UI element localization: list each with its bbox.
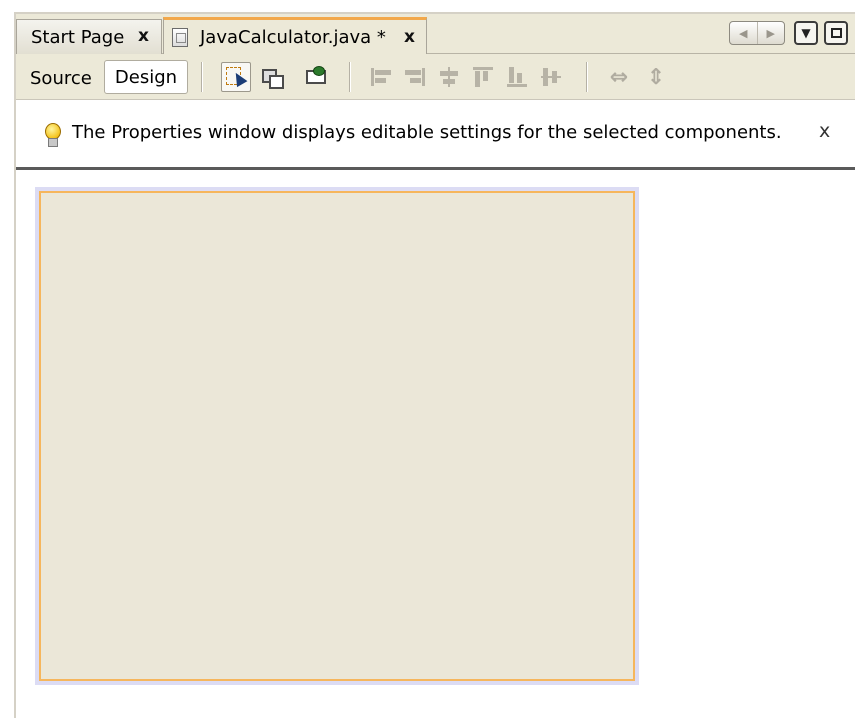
selection-mode-button[interactable] xyxy=(221,62,251,92)
align-bottom-button[interactable] xyxy=(502,62,532,92)
tab-java-calculator[interactable]: JavaCalculator.java * x xyxy=(163,17,427,55)
horizontal-resize-icon: ⇔ xyxy=(609,64,629,90)
dropdown-arrow-icon: ▼ xyxy=(801,26,811,40)
design-canvas[interactable] xyxy=(16,170,855,718)
maximize-window-button[interactable] xyxy=(824,21,848,45)
change-horizontal-resizability-button[interactable]: ⇔ xyxy=(604,62,634,92)
toolbar-separator xyxy=(349,62,350,92)
center-vertically-icon xyxy=(539,65,563,89)
tab-close-button[interactable]: x xyxy=(138,26,149,46)
change-vertical-resizability-button[interactable]: ⇕ xyxy=(641,62,671,92)
maximize-icon xyxy=(830,28,842,38)
scroll-left-icon[interactable]: ◀ xyxy=(730,22,757,44)
design-view-button[interactable]: Design xyxy=(104,60,188,94)
tab-start-page[interactable]: Start Page x xyxy=(16,19,162,54)
source-view-button[interactable]: Source xyxy=(30,64,92,92)
preview-design-button[interactable] xyxy=(301,62,331,92)
show-opened-documents-button[interactable]: ▼ xyxy=(794,21,818,45)
jframe-form[interactable] xyxy=(35,187,639,685)
hint-bar: The Properties window displays editable … xyxy=(16,100,855,170)
center-horizontally-button[interactable] xyxy=(434,62,464,92)
center-vertically-button[interactable] xyxy=(536,62,566,92)
align-right-button[interactable] xyxy=(400,62,430,92)
preview-design-icon xyxy=(305,66,327,88)
center-horizontally-icon xyxy=(437,65,461,89)
align-top-icon xyxy=(471,65,495,89)
vertical-resize-icon: ⇕ xyxy=(646,64,666,90)
scroll-right-icon[interactable]: ▶ xyxy=(756,22,785,44)
align-right-icon xyxy=(403,65,427,89)
lightbulb-icon xyxy=(44,123,61,147)
tab-label: Start Page xyxy=(31,26,125,48)
align-left-button[interactable] xyxy=(366,62,396,92)
toolbar-separator xyxy=(201,62,202,92)
tab-label: JavaCalculator.java * xyxy=(200,27,386,48)
tab-scroll-buttons: ◀ ▶ xyxy=(729,21,785,45)
editor-window: Start Page x JavaCalculator.java * x ◀ ▶… xyxy=(14,12,855,718)
java-file-icon xyxy=(172,28,188,47)
toolbar-separator xyxy=(586,62,587,92)
tab-close-button[interactable]: x xyxy=(404,27,415,47)
hint-message: The Properties window displays editable … xyxy=(72,122,782,143)
hint-close-button[interactable]: x xyxy=(819,120,830,142)
tab-bar: Start Page x JavaCalculator.java * x ◀ ▶… xyxy=(16,14,855,55)
align-bottom-icon xyxy=(505,65,529,89)
editor-toolbar: Source Design ⇔ ⇕ xyxy=(16,54,855,100)
connection-mode-icon xyxy=(260,66,284,89)
connection-mode-button[interactable] xyxy=(256,62,286,92)
align-top-button[interactable] xyxy=(468,62,498,92)
selection-mode-icon xyxy=(225,66,248,88)
align-left-icon xyxy=(369,65,393,89)
